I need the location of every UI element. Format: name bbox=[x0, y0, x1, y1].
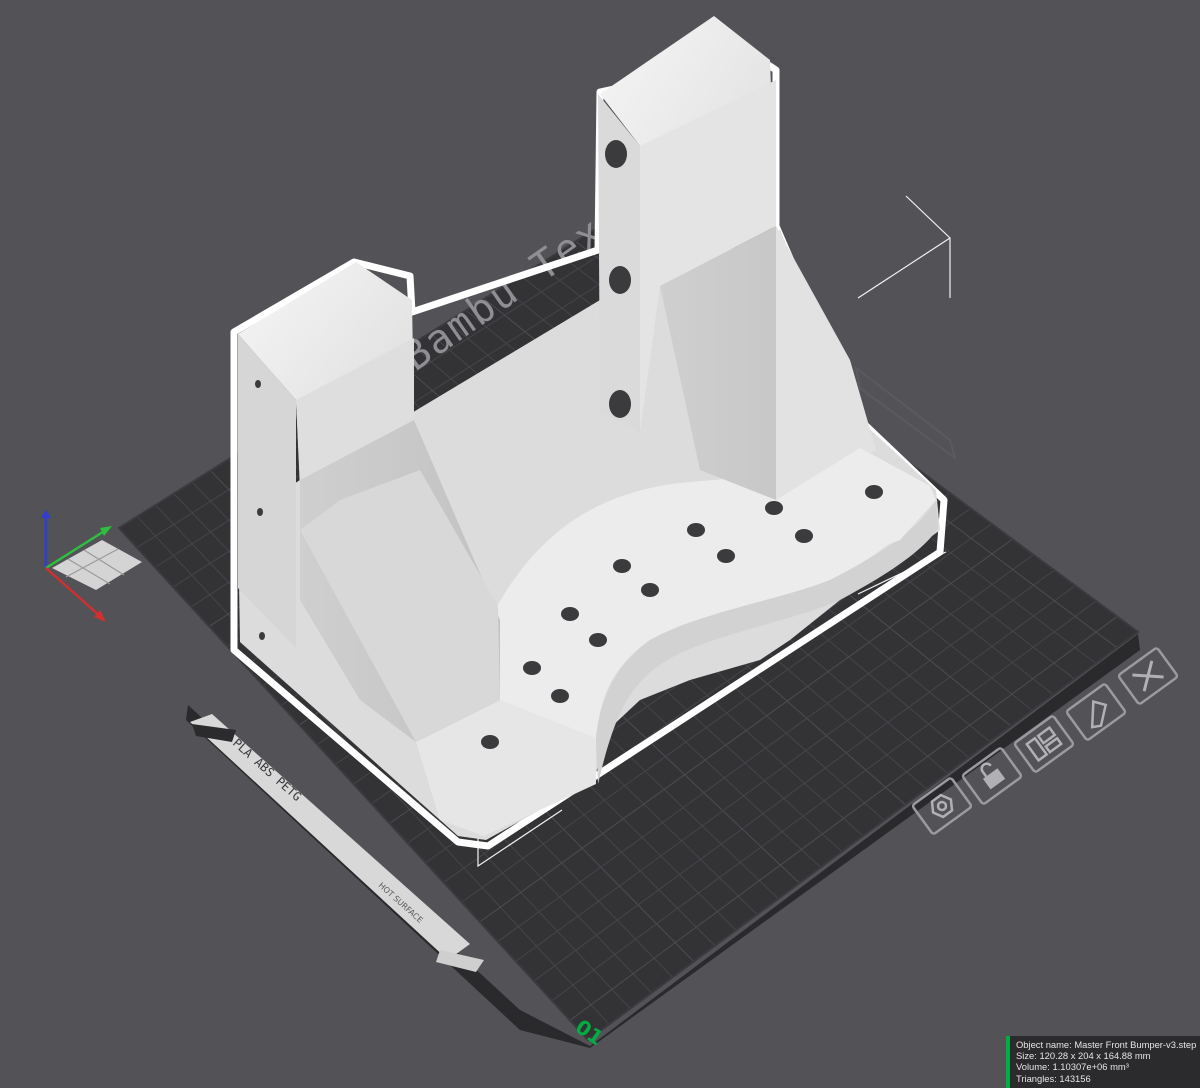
object-name-text: Object name: Master Front Bumper-v3.step bbox=[1016, 1039, 1197, 1050]
object-size-text: Size: 120.28 x 204 x 164.88 mm bbox=[1016, 1050, 1151, 1062]
3d-viewport[interactable]: Bambu Textured PLA ABS PETG HOT SURFACE … bbox=[0, 0, 1200, 1088]
object-triangles-text: Triangles: 143156 bbox=[1016, 1072, 1091, 1084]
object-info-panel: Object name: Master Front Bumper-v3.step… bbox=[1006, 1036, 1200, 1088]
object-volume-text: Volume: 1.10307e+06 mm³ bbox=[1016, 1061, 1129, 1073]
